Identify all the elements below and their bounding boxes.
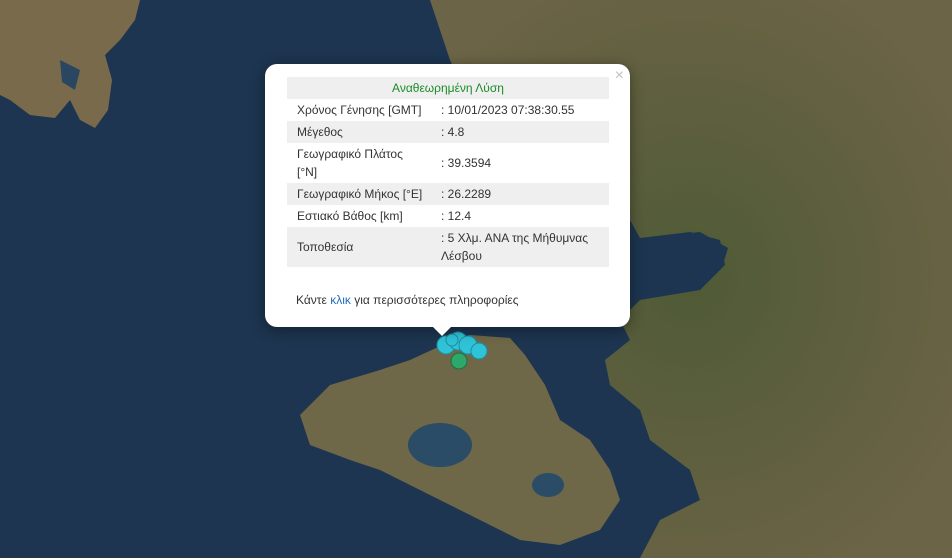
more-info-prefix: Κάντε	[296, 293, 331, 307]
origin-time-value: : 10/01/2023 07:38:30.55	[441, 103, 575, 117]
table-row: Γεωγραφικό Πλάτος [°N] : 39.3594	[287, 143, 609, 183]
popup-tip	[432, 326, 452, 336]
depth-label: Εστιακό Βάθος [km]	[297, 209, 403, 223]
more-info-line: Κάντε κλικ για περισσότερες πληροφορίες	[296, 293, 519, 307]
origin-time-label: Χρόνος Γένησης [GMT]	[297, 103, 422, 117]
latitude-label: Γεωγραφικό Πλάτος [°N]	[297, 147, 403, 179]
gulf-kalloni	[408, 423, 472, 467]
table-row: Εστιακό Βάθος [km] : 12.4	[287, 205, 609, 227]
magnitude-value: : 4.8	[431, 121, 609, 143]
more-info-link[interactable]: κλικ	[330, 293, 351, 307]
location-label: Τοποθεσία	[287, 227, 431, 267]
event-marker[interactable]	[470, 342, 488, 360]
event-marker[interactable]	[450, 352, 468, 370]
event-popup: × Αναθεωρημένη Λύση Χρόνος Γένησης [GMT]…	[265, 64, 630, 327]
event-details-table: Αναθεωρημένη Λύση Χρόνος Γένησης [GMT] :…	[287, 77, 609, 267]
latitude-value: : 39.3594	[441, 156, 492, 170]
table-row: Μέγεθος : 4.8	[287, 121, 609, 143]
popup-header: Αναθεωρημένη Λύση	[287, 77, 609, 99]
longitude-label: Γεωγραφικό Μήκος [°E]	[287, 183, 431, 205]
longitude-value: : 26.2289	[431, 183, 609, 205]
gulf-gera	[532, 473, 564, 497]
close-icon[interactable]: ×	[615, 67, 624, 85]
location-value: : 5 Χλμ. ΑΝΑ της Μήθυμνας Λέσβου	[431, 227, 609, 267]
table-row: Τοποθεσία : 5 Χλμ. ΑΝΑ της Μήθυμνας Λέσβ…	[287, 227, 609, 267]
table-row: Γεωγραφικό Μήκος [°E] : 26.2289	[287, 183, 609, 205]
table-row: Χρόνος Γένησης [GMT] : 10/01/2023 07:38:…	[287, 99, 609, 121]
more-info-suffix: για περισσότερες πληροφορίες	[350, 293, 519, 307]
depth-value: : 12.4	[441, 209, 472, 223]
magnitude-label: Μέγεθος	[287, 121, 431, 143]
